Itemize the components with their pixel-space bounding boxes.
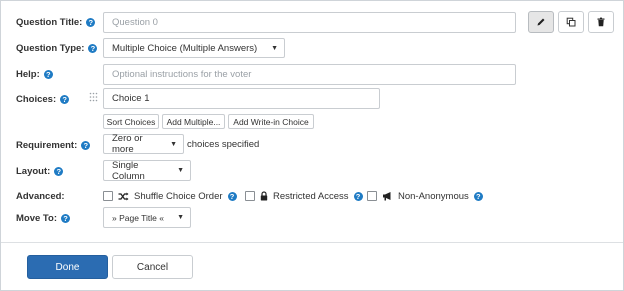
shuffle-checkbox[interactable] (103, 191, 113, 201)
help-icon[interactable]: ? (54, 166, 64, 176)
advanced-label: Advanced: (16, 189, 65, 203)
footer-divider (1, 242, 623, 243)
question-title-label-text: Question Title: (16, 16, 83, 28)
help-label-text: Help: (16, 68, 40, 80)
shuffle-label: Shuffle Choice Order (134, 190, 223, 202)
move-to-value: » Page Title « (112, 212, 164, 223)
layout-select[interactable]: Single Column ▼ (103, 159, 191, 182)
megaphone-icon (383, 192, 391, 201)
requirement-value: Zero or more (112, 133, 143, 155)
non-anonymous-checkbox[interactable] (367, 191, 377, 201)
restricted-access-checkbox[interactable] (245, 191, 255, 201)
caret-down-icon: ▼ (177, 214, 184, 221)
done-button[interactable]: Done (27, 255, 108, 279)
help-icon[interactable]: ? (473, 191, 483, 201)
question-type-select[interactable]: Multiple Choice (Multiple Answers) ▼ (103, 38, 285, 58)
requirement-label-text: Requirement: (16, 139, 78, 151)
shuffle-icon (118, 192, 129, 200)
move-to-label: Move To: ? (16, 211, 70, 225)
shuffle-option[interactable]: Shuffle Choice Order ? (103, 189, 237, 203)
requirement-suffix: choices specified (187, 138, 260, 150)
move-to-label-text: Move To: (16, 212, 57, 224)
requirement-select[interactable]: Zero or more ▼ (103, 133, 184, 155)
sort-choices-button[interactable]: Sort Choices (103, 114, 159, 129)
cancel-button[interactable]: Cancel (112, 255, 193, 279)
question-type-label: Question Type: ? (16, 41, 98, 55)
restricted-access-option[interactable]: Restricted Access ? (245, 189, 363, 203)
question-title-label: Question Title: ? (16, 15, 96, 29)
trash-icon (597, 17, 605, 27)
question-title-input[interactable]: Question 0 (103, 12, 516, 33)
caret-down-icon: ▼ (170, 140, 177, 148)
advanced-label-text: Advanced: (16, 190, 65, 202)
help-label: Help: ? (16, 67, 53, 81)
drag-handle-icon[interactable] (89, 92, 98, 102)
choices-label-text: Choices: (16, 93, 57, 105)
help-icon[interactable]: ? (60, 94, 70, 104)
question-editor-panel: Question Title: ? Question 0 Question Ty… (0, 0, 624, 291)
copy-button[interactable] (558, 11, 584, 33)
help-icon[interactable]: ? (353, 191, 363, 201)
help-icon[interactable]: ? (81, 140, 91, 150)
non-anonymous-option[interactable]: Non-Anonymous ? (367, 189, 483, 203)
caret-down-icon: ▼ (177, 167, 184, 174)
help-text-input[interactable]: Optional instructions for the voter (103, 64, 516, 85)
help-icon[interactable]: ? (43, 69, 53, 79)
caret-down-icon: ▼ (271, 44, 278, 52)
help-icon[interactable]: ? (88, 43, 98, 53)
requirement-label: Requirement: ? (16, 138, 91, 152)
help-icon[interactable]: ? (61, 213, 70, 223)
help-text-placeholder: Optional instructions for the voter (112, 69, 252, 80)
choice-1-value: Choice 1 (112, 93, 150, 104)
pencil-icon (537, 18, 545, 26)
copy-icon (566, 17, 576, 27)
restricted-access-label: Restricted Access (273, 190, 349, 202)
question-title-placeholder: Question 0 (112, 17, 158, 28)
layout-label: Layout: ? (16, 164, 64, 178)
delete-button[interactable] (588, 11, 614, 33)
layout-label-text: Layout: (16, 165, 51, 177)
move-to-select[interactable]: » Page Title « ▼ (103, 207, 191, 228)
choices-label: Choices: ? (16, 92, 70, 106)
add-write-in-button[interactable]: Add Write-in Choice (228, 114, 314, 129)
non-anonymous-label: Non-Anonymous (398, 190, 469, 202)
add-multiple-button[interactable]: Add Multiple... (162, 114, 225, 129)
help-icon[interactable]: ? (227, 191, 237, 201)
edit-button[interactable] (528, 11, 554, 33)
help-icon[interactable]: ? (86, 17, 96, 27)
lock-icon (260, 191, 268, 201)
question-type-value: Multiple Choice (Multiple Answers) (112, 42, 258, 54)
question-type-label-text: Question Type: (16, 42, 85, 54)
layout-value: Single Column (112, 159, 145, 182)
choice-input[interactable]: Choice 1 (103, 88, 380, 109)
